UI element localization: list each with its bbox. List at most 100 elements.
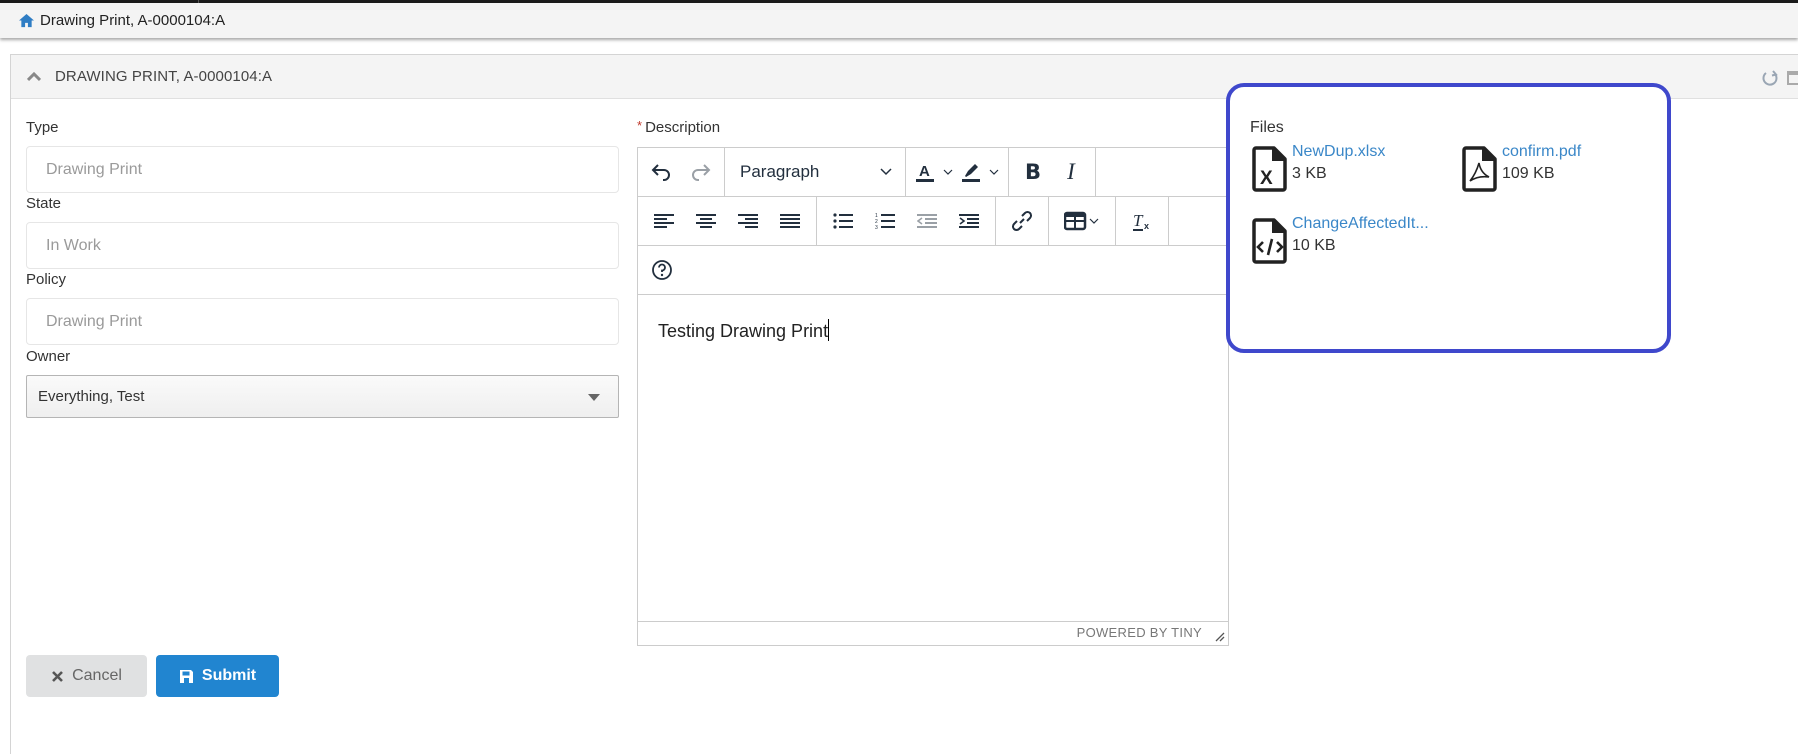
alignment-group xyxy=(638,197,817,245)
file-name-link[interactable]: confirm.pdf xyxy=(1502,142,1581,162)
owner-value: Everything, Test xyxy=(38,388,145,405)
table-group xyxy=(1049,197,1116,245)
chevron-down-icon xyxy=(880,168,892,176)
policy-field[interactable]: Drawing Print xyxy=(26,298,619,345)
panel-title: DRAWING PRINT, A-0000104:A xyxy=(55,68,273,85)
text-cursor xyxy=(828,319,830,341)
list-group: 123 xyxy=(817,197,996,245)
numbered-list-icon: 123 xyxy=(875,213,895,229)
table-button[interactable] xyxy=(1054,204,1110,238)
link-button[interactable] xyxy=(1001,204,1043,238)
highlight-color-button[interactable] xyxy=(957,155,985,189)
state-field[interactable]: In Work xyxy=(26,222,619,269)
text-color-dropdown[interactable] xyxy=(939,155,957,189)
save-icon xyxy=(179,669,193,683)
editor-text: Testing Drawing Print xyxy=(658,321,829,341)
refresh-icon[interactable] xyxy=(1761,69,1779,87)
bold-icon: B xyxy=(1024,160,1041,184)
block-format-group: Paragraph xyxy=(725,148,906,196)
undo-button[interactable] xyxy=(643,155,681,189)
file-item[interactable]: X NewDup.xlsx 3 KB xyxy=(1252,142,1385,192)
editor-statusbar: POWERED BY TINY xyxy=(638,621,1228,645)
type-field[interactable]: Drawing Print xyxy=(26,146,619,193)
svg-text:X: X xyxy=(1260,168,1273,189)
clear-formatting-icon: Tx xyxy=(1133,211,1149,231)
align-center-button[interactable] xyxy=(685,204,727,238)
chevron-down-icon xyxy=(989,169,999,175)
align-left-button[interactable] xyxy=(643,204,685,238)
submit-button[interactable]: Submit xyxy=(156,655,279,697)
maximize-icon[interactable] xyxy=(1787,71,1798,85)
redo-button[interactable] xyxy=(681,155,719,189)
highlight-color-dropdown[interactable] xyxy=(985,155,1003,189)
align-left-icon xyxy=(654,214,674,228)
history-group xyxy=(638,148,725,196)
table-icon xyxy=(1064,211,1099,231)
chevron-down-icon xyxy=(943,169,953,175)
block-format-value: Paragraph xyxy=(740,162,820,181)
svg-text:x: x xyxy=(1144,221,1149,231)
description-label: * Description xyxy=(637,118,721,136)
justify-button[interactable] xyxy=(769,204,811,238)
description-label-text: Description xyxy=(645,119,721,136)
resize-handle-icon[interactable] xyxy=(1215,632,1225,642)
color-group: A xyxy=(906,148,1009,196)
required-mark: * xyxy=(637,118,643,133)
text-color-button[interactable]: A xyxy=(911,155,939,189)
editor-content[interactable]: Testing Drawing Print xyxy=(638,294,1228,623)
justify-icon xyxy=(780,214,800,228)
align-center-icon xyxy=(696,214,716,228)
file-size: 3 KB xyxy=(1292,165,1327,182)
file-item[interactable]: confirm.pdf 109 KB xyxy=(1462,142,1581,192)
dropdown-caret-icon xyxy=(588,394,600,401)
italic-icon: I xyxy=(1067,159,1075,184)
file-size: 109 KB xyxy=(1502,165,1555,182)
files-panel: Files X NewDup.xlsx 3 KB confirm.pdf 109… xyxy=(1226,83,1671,353)
block-format-select[interactable]: Paragraph xyxy=(730,155,900,189)
bullet-list-icon xyxy=(833,213,853,229)
file-name-link[interactable]: ChangeAffectedIt... xyxy=(1292,214,1429,234)
toolbar-row-2: 123 Tx xyxy=(638,197,1228,246)
excel-file-icon: X xyxy=(1252,146,1287,192)
outdent-button[interactable] xyxy=(906,204,948,238)
indent-button[interactable] xyxy=(948,204,990,238)
text-color-icon: A xyxy=(916,163,934,182)
bullet-list-button[interactable] xyxy=(822,204,864,238)
file-name-link[interactable]: NewDup.xlsx xyxy=(1292,142,1385,162)
clear-format-group: Tx xyxy=(1116,197,1169,245)
help-icon xyxy=(652,260,672,280)
italic-button[interactable]: I xyxy=(1052,155,1090,189)
align-right-button[interactable] xyxy=(727,204,769,238)
chevron-up-icon[interactable] xyxy=(27,71,41,82)
pdf-file-icon xyxy=(1462,146,1497,192)
svg-text:3: 3 xyxy=(875,225,878,229)
help-button[interactable] xyxy=(643,253,681,287)
files-title: Files xyxy=(1250,119,1284,136)
undo-icon xyxy=(651,164,670,181)
cancel-button[interactable]: Cancel xyxy=(26,655,147,697)
file-item[interactable]: ChangeAffectedIt... 10 KB xyxy=(1252,214,1429,264)
numbered-list-button[interactable]: 123 xyxy=(864,204,906,238)
code-file-icon xyxy=(1252,218,1287,264)
svg-text:A: A xyxy=(919,163,930,180)
tab-title[interactable]: Drawing Print, A-0000104:A xyxy=(40,12,225,29)
redo-icon xyxy=(692,164,711,181)
close-icon xyxy=(52,670,64,682)
align-right-icon xyxy=(738,214,758,228)
powered-by-link[interactable]: POWERED BY TINY xyxy=(1077,625,1202,640)
toolbar-row-1: Paragraph A B I xyxy=(638,148,1228,197)
rich-text-editor: Paragraph A B I 123 T x Testing Drawing … xyxy=(637,147,1229,646)
state-label: State xyxy=(26,195,62,212)
file-size: 10 KB xyxy=(1292,237,1336,254)
highlighter-icon xyxy=(962,164,980,182)
home-icon[interactable] xyxy=(18,13,35,28)
owner-select[interactable]: Everything, Test xyxy=(26,375,619,418)
outdent-icon xyxy=(917,214,937,228)
type-label: Type xyxy=(26,119,59,136)
tab-bar: Drawing Print, A-0000104:A xyxy=(0,3,1798,38)
toolbar-row-3 xyxy=(638,246,1228,295)
owner-label: Owner xyxy=(26,348,71,365)
indent-icon xyxy=(959,214,979,228)
bold-button[interactable]: B xyxy=(1014,155,1052,189)
clear-formatting-button[interactable]: Tx xyxy=(1121,204,1163,238)
